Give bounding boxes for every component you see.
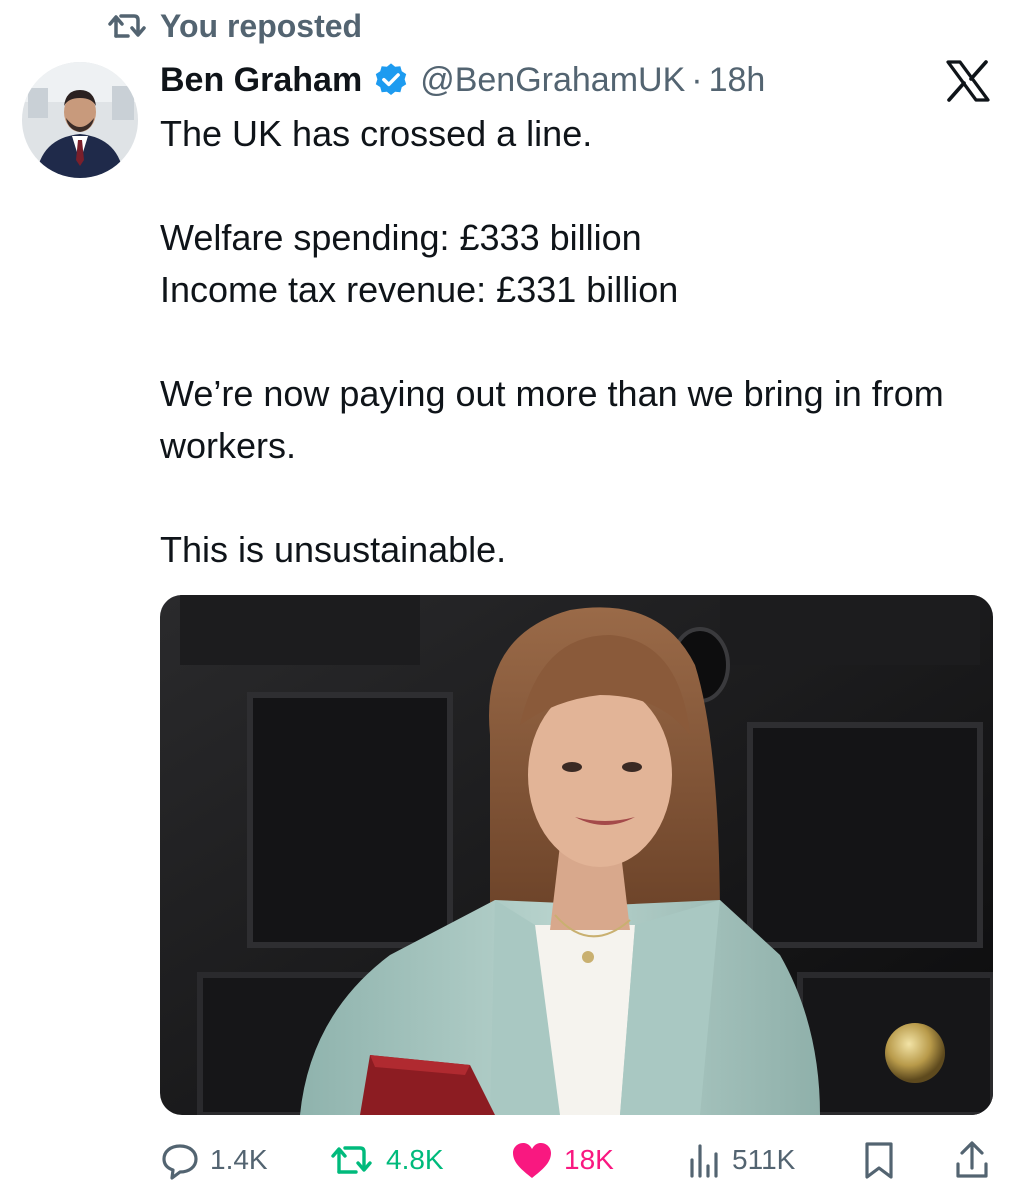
tweet-line-4: We’re now paying out more than we bring … [160, 373, 944, 466]
author-row: Ben Graham @BenGrahamUK · 18h [160, 56, 765, 104]
tweet-media-image[interactable] [160, 595, 993, 1115]
tweet-line-1: The UK has crossed a line. [160, 113, 593, 154]
x-logo-icon [945, 60, 991, 102]
tweet-text: The UK has crossed a line. Welfare spend… [160, 108, 980, 576]
reply-icon [162, 1144, 198, 1180]
views-count: 511K [732, 1144, 796, 1175]
tweet-line-3: Income tax revenue: £331 billion [160, 269, 679, 310]
repost-action-icon [331, 1146, 372, 1174]
timestamp[interactable]: 18h [709, 61, 766, 100]
author-display-name[interactable]: Ben Graham [160, 61, 362, 100]
repost-icon [108, 12, 148, 40]
bookmark-icon [865, 1142, 893, 1179]
like-count: 18K [564, 1144, 614, 1175]
views-button[interactable]: 511K [688, 1138, 795, 1182]
separator-dot: · [691, 60, 703, 99]
avatar[interactable] [22, 62, 138, 178]
like-button[interactable]: 18K [510, 1138, 614, 1182]
reply-count: 1.4K [210, 1144, 268, 1175]
share-icon [956, 1141, 988, 1178]
bookmark-button[interactable] [862, 1138, 896, 1182]
tweet-line-2: Welfare spending: £333 billion [160, 217, 642, 258]
author-handle[interactable]: @BenGrahamUK [420, 61, 685, 100]
reply-button[interactable]: 1.4K [160, 1138, 268, 1182]
repost-label: You reposted [160, 7, 363, 44]
tweet-line-5: This is unsustainable. [160, 529, 507, 570]
repost-button[interactable]: 4.8K [330, 1138, 444, 1182]
repost-header: You reposted [108, 6, 362, 46]
repost-count: 4.8K [386, 1144, 444, 1175]
heart-icon [513, 1143, 551, 1178]
share-button[interactable] [954, 1138, 990, 1182]
action-bar: 1.4K 4.8K 18K 511K [160, 1138, 1000, 1182]
views-icon [690, 1144, 718, 1178]
verified-badge-icon[interactable] [372, 61, 410, 99]
